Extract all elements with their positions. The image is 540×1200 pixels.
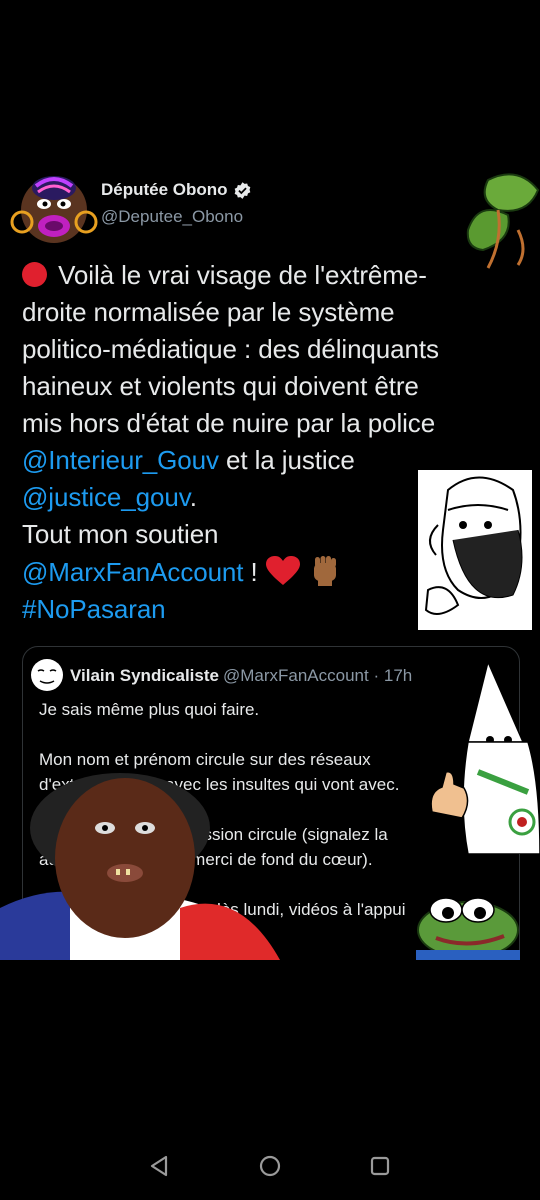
caricature-drawing (418, 470, 532, 630)
quote-author-avatar[interactable] (30, 658, 64, 692)
quote-author-name[interactable]: Vilain Syndicaliste (70, 666, 219, 685)
author-name-row[interactable]: Députée Obono (101, 180, 252, 200)
tweet-card[interactable]: Députée Obono @Deputee_Obono Voilà le vr… (0, 0, 540, 960)
body-line: Voilà le vrai visage de l'extrême- (22, 257, 522, 294)
mention-interieur-gouv[interactable]: @Interieur_Gouv (22, 445, 219, 475)
recents-square-icon[interactable] (368, 1154, 392, 1178)
raised-fist-emoji-icon (313, 556, 336, 586)
quote-separator: · (368, 666, 384, 685)
hooded-figure-thumbs-up-drawing (430, 662, 540, 854)
leaf-plant-drawing (466, 173, 540, 269)
body-text-fragment: et la justice (218, 445, 355, 475)
quote-header: Vilain Syndicaliste @MarxFanAccount · 17h (70, 666, 412, 686)
body-text-line: haineux et violents qui doivent être (22, 371, 419, 401)
body-text-line: mis hors d'état de nuire par la police (22, 408, 436, 438)
body-text-line: droite normalisée par le système (22, 297, 395, 327)
back-triangle-icon[interactable] (148, 1154, 172, 1178)
body-text-fragment: ! (243, 557, 265, 587)
verified-badge-icon (234, 181, 250, 199)
mention-justice-gouv[interactable]: @justice_gouv (22, 482, 190, 512)
body-text-fragment: . (189, 482, 197, 512)
author-name[interactable]: Députée Obono (101, 180, 228, 200)
hashtag-nopasaran[interactable]: #NoPasaran (22, 594, 166, 624)
body-text-line: politico-médiatique : des délinquants (22, 334, 439, 364)
quote-timestamp[interactable]: 17h (384, 666, 412, 685)
heart-emoji-icon (265, 556, 300, 585)
author-avatar[interactable] (8, 166, 100, 248)
author-handle[interactable]: @Deputee_Obono (101, 207, 243, 227)
home-circle-icon[interactable] (258, 1154, 282, 1178)
quote-author-handle[interactable]: @MarxFanAccount (223, 666, 369, 685)
cartoon-person-drawing (0, 773, 280, 960)
mention-marxfanaccount[interactable]: @MarxFanAccount (22, 557, 244, 587)
red-circle-icon (22, 262, 47, 287)
body-text-line: Voilà le vrai visage de l'extrême- (58, 260, 427, 290)
system-navigation-bar (0, 1130, 540, 1200)
frog-drawing (416, 897, 520, 960)
